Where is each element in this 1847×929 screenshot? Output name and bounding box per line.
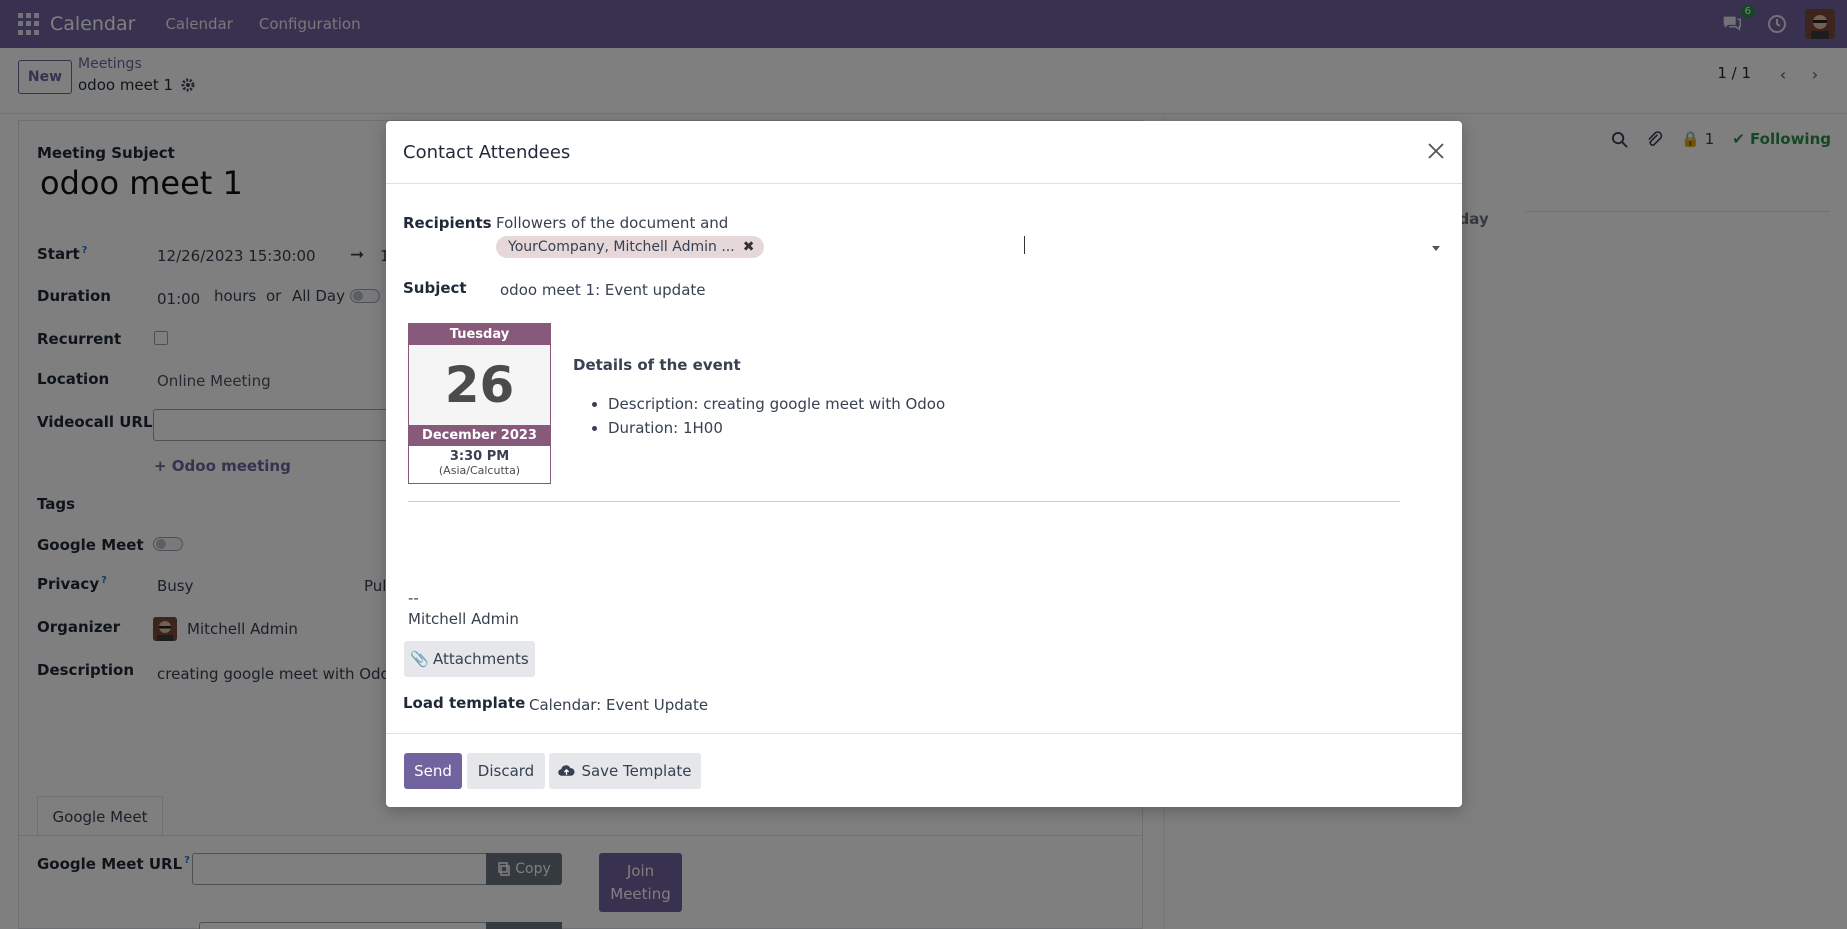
subject-field[interactable]: odoo meet 1: Event update	[500, 281, 706, 299]
cloud-upload-icon	[558, 765, 576, 776]
event-calendar-tile: Tuesday 26 December 2023 3:30 PM (Asia/C…	[408, 323, 551, 484]
calendar-weekday: Tuesday	[409, 324, 550, 345]
send-button[interactable]: Send	[404, 753, 462, 789]
discard-button[interactable]: Discard	[467, 753, 545, 789]
remove-tag-icon[interactable]: ✖	[743, 239, 755, 255]
attachments-button[interactable]: 📎 Attachments	[404, 641, 535, 677]
event-detail-description: Description: creating google meet with O…	[608, 395, 945, 413]
recipients-dropdown-icon[interactable]	[1432, 246, 1440, 251]
dialog-header: Contact Attendees	[386, 121, 1462, 184]
body-divider	[408, 501, 1400, 502]
event-details-list: Description: creating google meet with O…	[608, 395, 945, 443]
calendar-timezone: (Asia/Calcutta)	[438, 464, 521, 477]
save-template-label: Save Template	[581, 762, 692, 780]
calendar-day-number: 26	[409, 345, 550, 425]
calendar-month-year: December 2023	[409, 425, 550, 446]
load-template-label: Load template	[403, 694, 526, 712]
recipients-followers-text: Followers of the document and	[496, 214, 729, 232]
dialog-footer-divider	[386, 733, 1462, 734]
event-detail-duration: Duration: 1H00	[608, 419, 945, 437]
signature-name: Mitchell Admin	[408, 610, 519, 628]
save-template-button[interactable]: Save Template	[549, 753, 701, 789]
recipients-input-cursor[interactable]	[1024, 236, 1025, 254]
recipient-tag-label: YourCompany, Mitchell Admin ...	[508, 239, 735, 255]
recipients-label: Recipients	[403, 214, 492, 232]
calendar-time: 3:30 PM	[449, 449, 510, 464]
signature-separator: --	[408, 589, 419, 607]
recipient-tag[interactable]: YourCompany, Mitchell Admin ... ✖	[496, 236, 765, 258]
attachments-label: Attachments	[432, 650, 529, 668]
paperclip-icon: 📎	[410, 650, 429, 668]
subject-label: Subject	[403, 279, 467, 297]
close-icon[interactable]	[1426, 141, 1446, 161]
contact-attendees-dialog: Contact Attendees Recipients Followers o…	[386, 121, 1462, 807]
load-template-field[interactable]: Calendar: Event Update	[529, 696, 708, 714]
dialog-title: Contact Attendees	[403, 142, 571, 163]
event-details-title: Details of the event	[573, 356, 741, 374]
